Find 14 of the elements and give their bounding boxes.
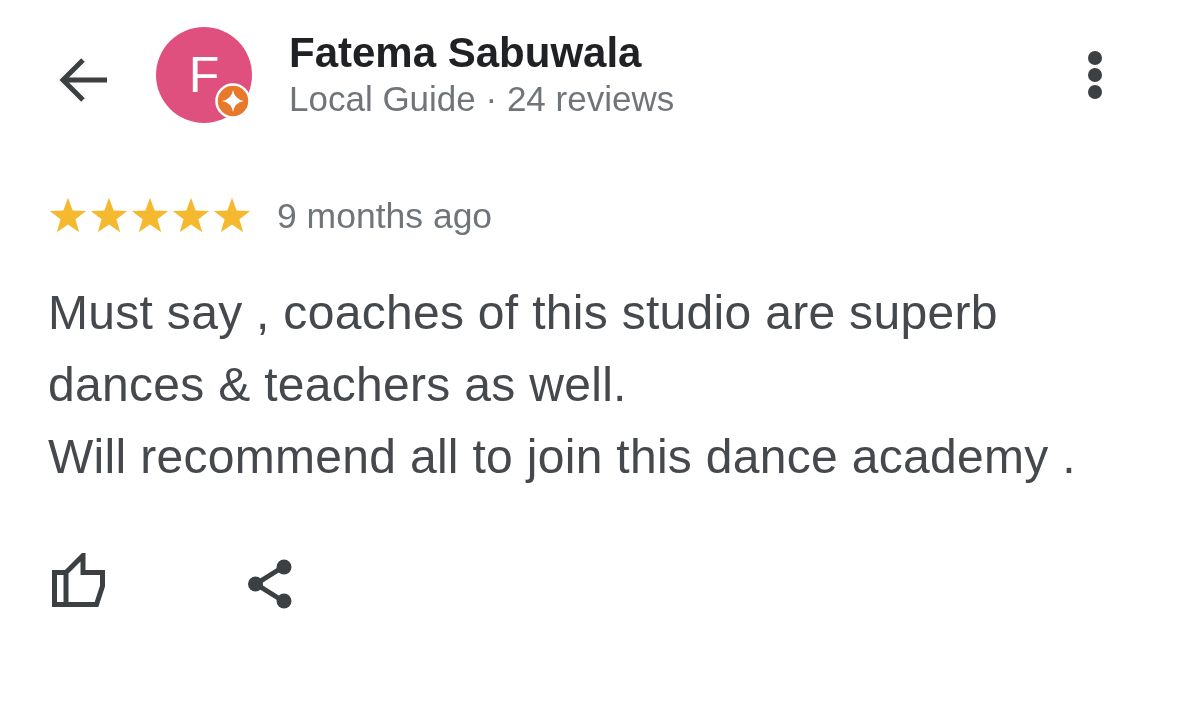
star-icon <box>212 197 252 235</box>
avatar-initial: F <box>188 47 220 103</box>
review-time: 9 months ago <box>277 195 493 237</box>
star-icon <box>130 197 170 235</box>
reviewer-name: Fatema Sabuwala <box>289 28 642 78</box>
review-text: Must say , coaches of this studio are superb dances & teachers as well. Will recommend all to join this dance academy . <box>48 285 1077 485</box>
more-menu-icon[interactable] <box>1087 50 1103 100</box>
back-arrow-icon[interactable] <box>59 57 109 103</box>
star-icon <box>171 197 211 235</box>
share-icon[interactable] <box>247 559 293 609</box>
star-icon <box>48 197 88 235</box>
thumbs-up-icon[interactable] <box>52 553 108 607</box>
reviewer-subtitle: Local Guide · 24 reviews <box>289 78 675 120</box>
star-icon <box>89 197 129 235</box>
